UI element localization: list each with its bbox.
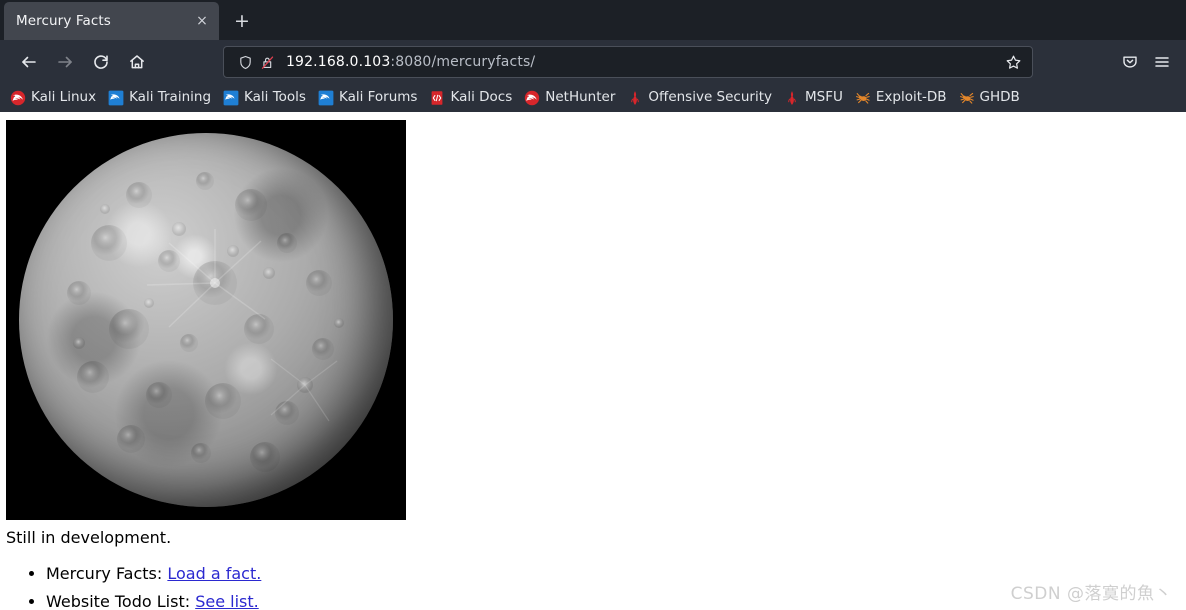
bookmark-label: NetHunter [545, 89, 616, 106]
bookmark-kali-training[interactable]: Kali Training [102, 86, 217, 110]
msfu-icon [788, 91, 796, 105]
bookmark-label: Kali Tools [244, 89, 306, 106]
exploit-db-spider-icon [855, 92, 870, 104]
bookmark-kali-forums[interactable]: Kali Forums [312, 86, 424, 110]
bookmark-label: Kali Docs [450, 89, 513, 106]
bookmark-kali-tools[interactable]: Kali Tools [217, 86, 312, 110]
save-to-pocket-icon[interactable] [1115, 46, 1145, 78]
bookmark-label: MSFU [805, 89, 843, 106]
bookmark-label: Kali Training [129, 89, 212, 106]
forward-icon[interactable] [48, 46, 82, 78]
csdn-watermark: CSDN @落寞的魚丶 [1010, 584, 1172, 604]
ghdb-spider-icon [959, 92, 974, 104]
load-a-fact-link[interactable]: Load a fact. [167, 564, 261, 583]
bookmark-exploit-db[interactable]: Exploit-DB [849, 86, 953, 110]
url-bar[interactable]: 192.168.0.103:8080/mercuryfacts/ [223, 46, 1033, 78]
url-text[interactable]: 192.168.0.103:8080/mercuryfacts/ [278, 54, 1000, 70]
status-text: Still in development. [6, 528, 172, 547]
page-content: Still in development. Mercury Facts: Loa… [0, 112, 1186, 610]
list-item-label: Website Todo List: [46, 592, 191, 610]
navigation-toolbar: 192.168.0.103:8080/mercuryfacts/ [0, 40, 1186, 84]
tab-mercury-facts[interactable]: Mercury Facts × [4, 2, 219, 40]
kali-forums-icon [318, 90, 334, 106]
new-tab-button[interactable]: + [227, 6, 257, 36]
browser-chrome: Mercury Facts × + 192.168.0.103:8080/mer… [0, 0, 1186, 112]
bookmark-star-icon[interactable] [1000, 49, 1026, 75]
kali-docs-icon [432, 91, 443, 105]
tab-close-icon[interactable]: × [191, 10, 213, 32]
url-path: :8080/mercuryfacts/ [390, 54, 536, 70]
tracking-protection-shield-icon[interactable] [234, 51, 256, 73]
planet-sphere [19, 133, 393, 507]
tab-title: Mercury Facts [16, 13, 111, 29]
bookmark-offensive-security[interactable]: Offensive Security [621, 86, 778, 110]
bookmark-label: Kali Linux [31, 89, 97, 106]
bookmark-nethunter[interactable]: NetHunter [518, 86, 621, 110]
url-host: 192.168.0.103 [286, 54, 391, 70]
application-menu-icon[interactable] [1147, 46, 1177, 78]
see-list-link[interactable]: See list. [195, 592, 259, 610]
kali-training-icon [108, 90, 124, 106]
tab-strip: Mercury Facts × + [0, 0, 1186, 40]
insecure-connection-icon[interactable] [256, 51, 278, 73]
bookmarks-bar: Kali Linux Kali Training Kali Tools Kali… [0, 84, 1186, 112]
crater-texture [67, 172, 344, 472]
kali-dragon-icon [10, 90, 26, 106]
home-icon[interactable] [120, 46, 154, 78]
bookmark-label: Kali Forums [338, 89, 418, 106]
bookmark-label: Offensive Security [648, 89, 772, 106]
back-icon[interactable] [12, 46, 46, 78]
nethunter-icon [525, 90, 540, 106]
kali-tools-icon [223, 90, 239, 106]
bookmark-label: GHDB [979, 89, 1020, 106]
toolbar-right-actions [1114, 46, 1180, 78]
bookmark-ghdb[interactable]: GHDB [953, 86, 1026, 110]
bookmark-label: Exploit-DB [875, 89, 947, 106]
bookmark-kali-docs[interactable]: Kali Docs [423, 86, 518, 110]
list-item-label: Mercury Facts: [46, 564, 163, 583]
reload-icon[interactable] [84, 46, 118, 78]
mercury-planet-image [6, 120, 406, 520]
page-link-list: Mercury Facts: Load a fact. Website Todo… [0, 563, 1186, 610]
bookmark-msfu[interactable]: MSFU [778, 86, 849, 110]
offensive-security-icon [631, 91, 640, 105]
bookmark-kali-linux[interactable]: Kali Linux [4, 86, 102, 110]
